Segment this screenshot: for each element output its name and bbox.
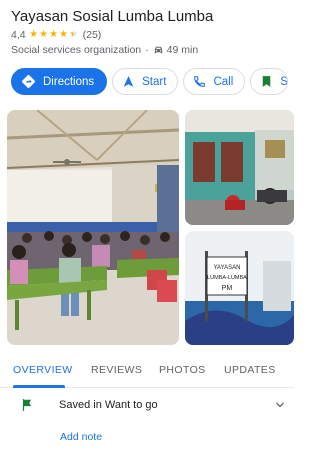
start-label: Start (142, 75, 167, 88)
info-row: Social services organization · 49 min (11, 44, 287, 56)
saved-list-row[interactable]: Saved in Want to go (20, 398, 286, 412)
separator: · (145, 44, 149, 56)
sign-image: YAYASAN LUMBA-LUMBA PM (185, 231, 294, 345)
sign-text-2: LUMBA-LUMBA (207, 275, 247, 281)
star-icon: ★ (39, 29, 49, 40)
car-icon (154, 46, 162, 54)
star-icon: ★ (59, 29, 69, 40)
flag-icon (22, 399, 32, 411)
building-image (185, 110, 294, 225)
tab-photos[interactable]: PHOTOS (159, 350, 205, 387)
directions-button[interactable]: Directions (11, 68, 108, 95)
chevron-down-icon[interactable] (274, 399, 286, 411)
save-label: S (280, 75, 288, 88)
tab-updates[interactable]: UPDATES (224, 350, 275, 387)
call-button[interactable]: Call (183, 68, 246, 95)
tab-reviews[interactable]: REVIEWS (91, 350, 142, 387)
add-note-link[interactable]: Add note (60, 431, 102, 443)
start-button[interactable]: Start (112, 68, 179, 95)
half-star-icon: ★ (69, 29, 79, 40)
tab-bar: OVERVIEW REVIEWS PHOTOS UPDATES (0, 350, 294, 388)
place-header: Yayasan Sosial Lumba Lumba 4,4 ★ ★ ★ ★ ★… (11, 8, 287, 56)
classroom-image (7, 110, 179, 345)
star-icon: ★ (29, 29, 39, 40)
place-category: Social services organization (11, 44, 142, 56)
place-title: Yayasan Sosial Lumba Lumba (11, 8, 214, 25)
save-button[interactable]: S (250, 68, 289, 95)
navigation-arrow-icon (123, 76, 134, 87)
saved-status: Saved in Want to go (59, 399, 158, 411)
directions-icon (21, 74, 36, 89)
rating-value: 4,4 (11, 29, 26, 41)
action-chips: Directions Start Call S (11, 68, 289, 95)
review-count: (25) (82, 29, 102, 41)
photo-sign[interactable]: YAYASAN LUMBA-LUMBA PM (185, 231, 294, 345)
phone-icon (194, 76, 206, 87)
tab-overview[interactable]: OVERVIEW (13, 350, 72, 388)
bookmark-icon (262, 76, 271, 87)
call-label: Call (213, 75, 234, 88)
drive-time: 49 min (166, 44, 199, 56)
photo-classroom[interactable] (7, 110, 179, 345)
rating-row[interactable]: 4,4 ★ ★ ★ ★ ★ (25) (11, 29, 287, 41)
photo-gallery: YAYASAN LUMBA-LUMBA PM (7, 110, 294, 347)
directions-label: Directions (43, 75, 95, 88)
photo-building[interactable] (185, 110, 294, 225)
sign-text-1: YAYASAN (213, 265, 240, 271)
star-rating: ★ ★ ★ ★ ★ (29, 30, 79, 40)
star-icon: ★ (49, 29, 59, 40)
sign-text-3: PM (222, 285, 233, 292)
